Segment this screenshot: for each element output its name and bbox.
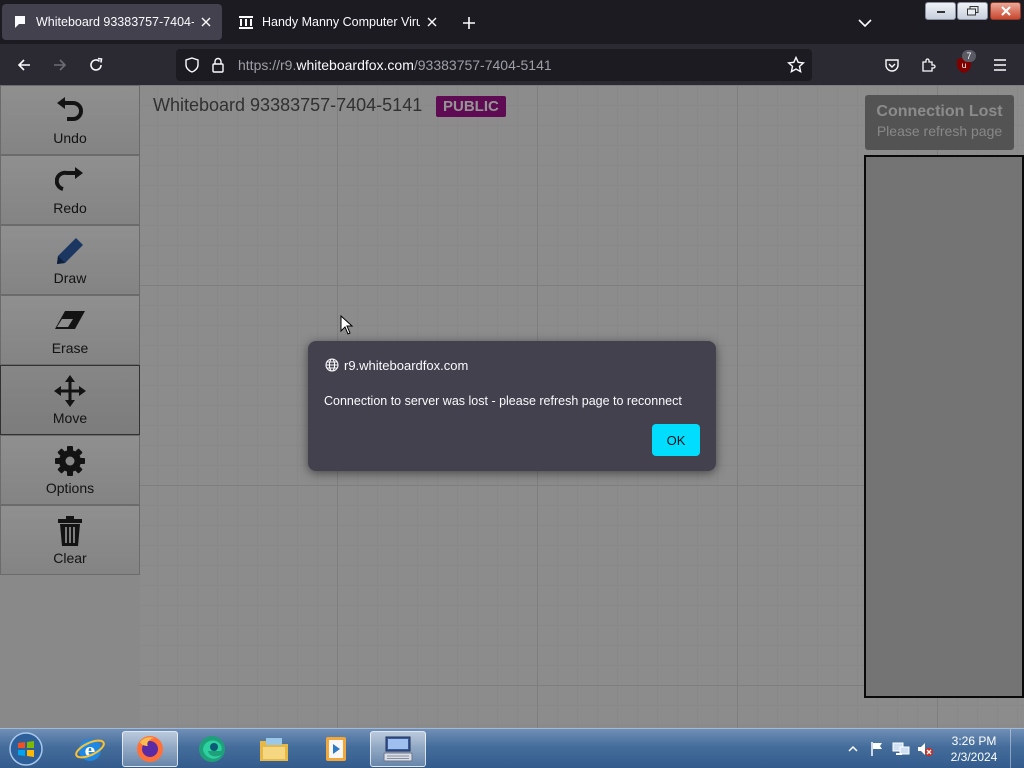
- keyboard-app-icon: [383, 736, 413, 762]
- close-icon[interactable]: [424, 14, 440, 30]
- puzzle-icon: [922, 58, 936, 72]
- taskbar-firefox[interactable]: [122, 731, 178, 767]
- show-desktop-button[interactable]: [1010, 729, 1024, 768]
- tab-title: Handy Manny Computer Virus: [262, 15, 420, 29]
- taskbar-file-explorer[interactable]: [246, 731, 302, 767]
- chevron-down-icon: [858, 19, 872, 28]
- clock-date: 2/3/2024: [950, 750, 998, 764]
- taskbar-internet-explorer[interactable]: e: [62, 731, 118, 767]
- museum-icon: [238, 14, 254, 30]
- windows-start-icon: [9, 732, 43, 766]
- url-host: whiteboardfox.com: [296, 57, 414, 73]
- forward-button[interactable]: [48, 53, 72, 77]
- plus-icon: [463, 17, 475, 29]
- navigation-bar: https://r9.whiteboardfox.com/93383757-74…: [0, 44, 1024, 85]
- taskbar: e 3:26 PM 2/3/2024: [0, 728, 1024, 768]
- tab-whiteboard[interactable]: Whiteboard 93383757-7404-5141: [2, 4, 222, 40]
- svg-text:u: u: [961, 61, 966, 70]
- ok-button[interactable]: OK: [652, 424, 700, 456]
- tab-title: Whiteboard 93383757-7404-5141: [36, 15, 194, 29]
- system-clock[interactable]: 3:26 PM 2/3/2024: [946, 733, 1002, 765]
- address-bar[interactable]: https://r9.whiteboardfox.com/93383757-74…: [176, 49, 812, 81]
- taskbar-keyboard-app[interactable]: [370, 731, 426, 767]
- file-explorer-icon: [260, 738, 288, 761]
- tab-strip: Whiteboard 93383757-7404-5141 Handy Mann…: [0, 0, 1024, 44]
- arrow-left-icon: [17, 59, 30, 71]
- extension-badge: 7: [962, 50, 976, 62]
- taskbar-media-player[interactable]: [308, 731, 364, 767]
- clock-time: 3:26 PM: [951, 734, 997, 748]
- minimize-button[interactable]: [925, 2, 956, 20]
- media-player-icon: [326, 737, 346, 761]
- pocket-icon: [885, 59, 899, 72]
- firefox-icon: [137, 736, 163, 762]
- volume-muted-icon[interactable]: [916, 740, 934, 758]
- dialog-host: r9.whiteboardfox.com: [344, 357, 469, 373]
- globe-icon: [324, 357, 340, 373]
- reload-icon: [90, 57, 103, 71]
- bookmark-star-icon[interactable]: [786, 55, 806, 75]
- system-tray: [844, 733, 940, 765]
- arrow-right-icon: [54, 59, 67, 71]
- close-icon[interactable]: [198, 14, 214, 30]
- lock-icon[interactable]: [208, 55, 228, 75]
- tab-handy-manny[interactable]: Handy Manny Computer Virus: [228, 4, 448, 40]
- url-prefix: https://r9.: [238, 57, 297, 73]
- alert-dialog: r9.whiteboardfox.com Connection to serve…: [308, 341, 716, 471]
- close-icon: [1000, 6, 1011, 16]
- minimize-icon: [936, 11, 945, 13]
- restore-icon: [966, 6, 978, 16]
- dialog-header: r9.whiteboardfox.com: [324, 357, 468, 373]
- url-path: /93383757-7404-5141: [413, 57, 552, 73]
- action-center-flag-icon[interactable]: [868, 740, 886, 758]
- reload-button[interactable]: [84, 53, 108, 77]
- menu-button[interactable]: [988, 53, 1012, 77]
- pocket-button[interactable]: [880, 53, 904, 77]
- extensions-button[interactable]: [916, 53, 940, 77]
- dialog-message: Connection to server was lost - please r…: [324, 394, 682, 408]
- edge-icon: [199, 736, 225, 762]
- close-window-button[interactable]: [990, 2, 1021, 20]
- internet-explorer-icon: e: [75, 739, 105, 761]
- mouse-cursor-icon: [340, 315, 354, 335]
- tracking-protection-icon[interactable]: [182, 55, 202, 75]
- list-all-tabs-button[interactable]: [854, 12, 876, 34]
- whiteboard-icon: [12, 14, 28, 30]
- taskbar-edge[interactable]: [184, 731, 240, 767]
- restore-button[interactable]: [957, 2, 988, 20]
- new-tab-button[interactable]: [458, 12, 480, 34]
- hamburger-menu-icon: [994, 59, 1006, 71]
- network-icon[interactable]: [892, 740, 910, 758]
- show-hidden-icons-icon[interactable]: [844, 740, 862, 758]
- back-button[interactable]: [12, 53, 36, 77]
- url-text[interactable]: https://r9.whiteboardfox.com/93383757-74…: [238, 57, 552, 73]
- start-button[interactable]: [6, 730, 46, 768]
